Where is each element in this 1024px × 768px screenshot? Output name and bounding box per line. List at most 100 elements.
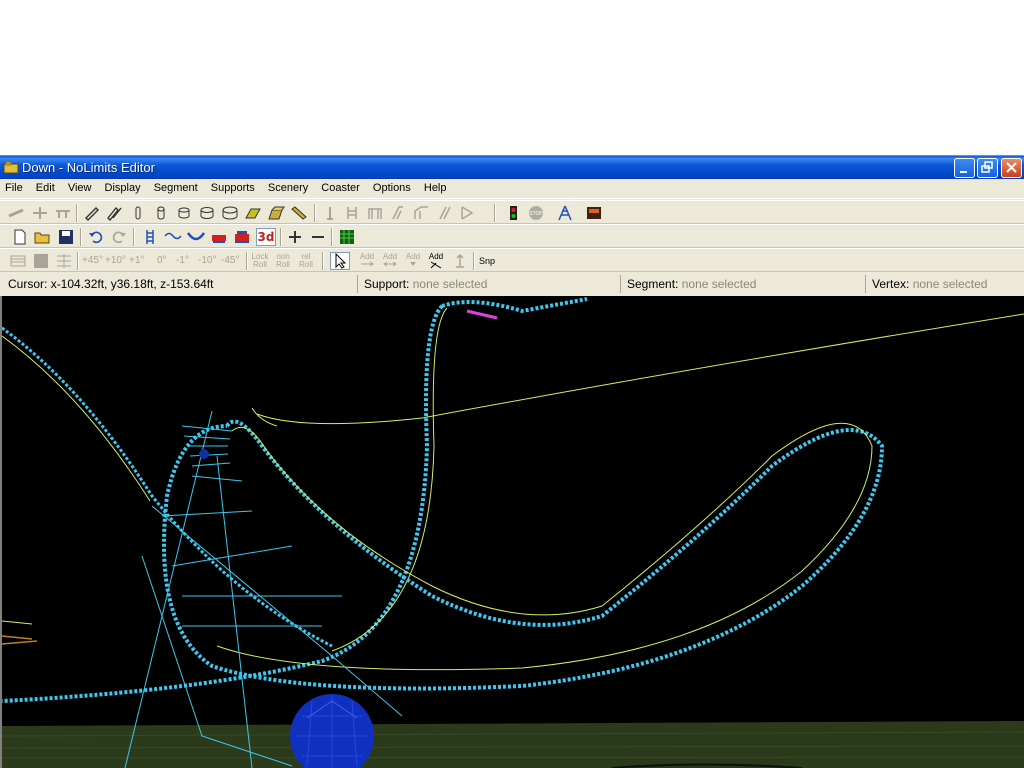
terrain-grid-icon: [340, 230, 354, 244]
cylinder-3-button[interactable]: [197, 204, 217, 222]
support-icon: [439, 206, 451, 220]
menu-supports[interactable]: Supports: [206, 179, 260, 199]
menu-file[interactable]: File: [0, 179, 28, 199]
merge-icon: [56, 210, 70, 218]
track-piece-icon: [8, 208, 24, 218]
select-segment-button[interactable]: [6, 204, 26, 222]
undo-icon: [89, 231, 103, 244]
toolbar-separator: [133, 228, 135, 246]
menu-options[interactable]: Options: [368, 179, 416, 199]
square-icon: [34, 254, 48, 268]
support-icon: [414, 206, 428, 219]
menu-edit[interactable]: Edit: [31, 179, 60, 199]
cylinder-1-button[interactable]: [151, 204, 171, 222]
menu-help[interactable]: Help: [419, 179, 452, 199]
valley-view-button[interactable]: [186, 228, 206, 246]
add-support-button[interactable]: Add: [403, 253, 423, 269]
menu-coaster[interactable]: Coaster: [316, 179, 365, 199]
menu-display[interactable]: Display: [100, 179, 146, 199]
draw-double-button[interactable]: [105, 204, 125, 222]
menu-view[interactable]: View: [63, 179, 97, 199]
segment-status: Segment: none selected: [620, 275, 862, 293]
pointer-tool-button[interactable]: [330, 252, 350, 270]
support-c-button[interactable]: [388, 204, 408, 222]
support-pole-button[interactable]: [320, 204, 340, 222]
pole-arrow-icon: [456, 253, 464, 268]
ruler-button[interactable]: [289, 204, 309, 222]
new-file-icon: [14, 229, 26, 245]
rotate-zero-button[interactable]: 0°: [157, 256, 167, 266]
scene-canvas[interactable]: [2, 296, 1024, 768]
valley-icon: [187, 232, 205, 241]
add-vertex-button[interactable]: Add: [357, 253, 377, 269]
menu-segment[interactable]: Segment: [149, 179, 203, 199]
rotate-minus1-button[interactable]: -1°: [176, 256, 189, 266]
undo-button[interactable]: [86, 228, 106, 246]
menu-scenery[interactable]: Scenery: [263, 179, 313, 199]
toolbar-separator: [331, 228, 333, 246]
traffic-light-button[interactable]: [503, 204, 523, 222]
new-file-button[interactable]: [10, 228, 30, 246]
vertex-marker[interactable]: [199, 449, 209, 459]
3d-viewport[interactable]: [0, 296, 1024, 768]
non-roll-button[interactable]: non Roll: [273, 253, 293, 269]
save-button[interactable]: [56, 228, 76, 246]
fill-button[interactable]: [31, 252, 51, 270]
svg-text:STOP: STOP: [529, 211, 543, 217]
stop-button[interactable]: STOP: [526, 204, 546, 222]
zoom-out-button[interactable]: [308, 228, 328, 246]
add-pole-button[interactable]: [450, 252, 470, 270]
plank-button[interactable]: [243, 204, 263, 222]
rotate-plus10-button[interactable]: +10°: [105, 256, 126, 266]
support-f-button[interactable]: [457, 204, 477, 222]
merge-segment-button[interactable]: [53, 204, 73, 222]
station-button[interactable]: [584, 204, 604, 222]
curve-view-button[interactable]: [163, 228, 183, 246]
track-view-button[interactable]: [140, 228, 160, 246]
support-icon: [368, 208, 382, 219]
table-button[interactable]: [8, 252, 28, 270]
station-view-button[interactable]: [232, 228, 252, 246]
draw-track-button[interactable]: [82, 204, 102, 222]
rotate-minus45-button[interactable]: -45°: [221, 256, 239, 266]
vertex-label: Vertex:: [872, 277, 910, 291]
restore-button[interactable]: [977, 158, 998, 178]
straight-button[interactable]: [128, 204, 148, 222]
lock-roll-button[interactable]: Lock Roll: [250, 253, 270, 269]
vertex-value: none selected: [912, 277, 988, 291]
add-footer-button[interactable]: Add: [426, 253, 446, 271]
align-button[interactable]: [54, 252, 74, 270]
rel-roll-button[interactable]: rel Roll: [296, 253, 316, 269]
terrain-3d-button[interactable]: [337, 228, 357, 246]
cylinder-icon: [200, 207, 214, 219]
open-file-button[interactable]: [33, 228, 53, 246]
redo-button[interactable]: [109, 228, 129, 246]
block-button[interactable]: [266, 204, 286, 222]
lock-roll-label-2: Roll: [253, 260, 267, 269]
rotate-plus1-button[interactable]: +1°: [129, 256, 144, 266]
minus-icon: [312, 236, 324, 238]
add-vertex-icon: [361, 261, 374, 267]
toolbar-separator: [80, 228, 82, 246]
flat-cylinder-icon: [135, 206, 141, 220]
add-label: Add: [405, 252, 421, 261]
add-segment-button[interactable]: Add: [380, 253, 400, 269]
view-3d-button[interactable]: 3d: [256, 228, 276, 246]
support-a-button[interactable]: [342, 204, 362, 222]
rotate-minus10-button[interactable]: -10°: [198, 256, 216, 266]
snap-button[interactable]: Snp: [479, 257, 495, 266]
rotate-plus45-button[interactable]: +45°: [82, 256, 103, 266]
cursor-value: x-104.32ft, y36.18ft, z-153.64ft: [50, 277, 214, 291]
zoom-in-button[interactable]: [285, 228, 305, 246]
minimize-button[interactable]: [954, 158, 975, 178]
support-b-button[interactable]: [365, 204, 385, 222]
split-segment-button[interactable]: [30, 204, 50, 222]
cylinder-2-button[interactable]: [174, 204, 194, 222]
tower-button[interactable]: [555, 204, 575, 222]
train-view-button[interactable]: [209, 228, 229, 246]
close-button[interactable]: [1001, 158, 1022, 178]
support-e-button[interactable]: [434, 204, 454, 222]
support-d-button[interactable]: [411, 204, 431, 222]
title-bar[interactable]: Down - NoLimits Editor: [0, 155, 1024, 179]
cylinder-4-button[interactable]: [220, 204, 240, 222]
